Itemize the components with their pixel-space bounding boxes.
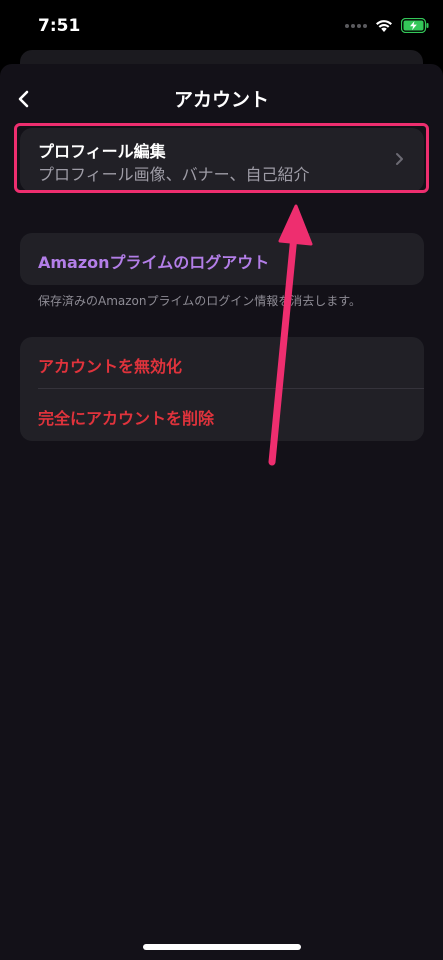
home-indicator[interactable] (143, 944, 301, 950)
amazon-prime-logout-label: Amazonプライムのログアウト (38, 253, 270, 272)
profile-edit-title: プロフィール編集 (38, 142, 166, 161)
wifi-icon (376, 19, 392, 32)
deactivate-account-button[interactable]: アカウントを無効化 (38, 353, 182, 377)
delete-account-button[interactable]: 完全にアカウントを削除 (38, 405, 214, 429)
account-sheet (0, 64, 443, 960)
danger-actions-group: アカウントを無効化 完全にアカウントを削除 (20, 337, 424, 441)
status-icons (345, 18, 429, 33)
profile-edit-subtitle: プロフィール画像、バナー、自己紹介 (38, 165, 310, 184)
page-title: アカウント (173, 89, 269, 111)
battery-charging-icon (401, 18, 429, 33)
amazon-prime-logout-row[interactable]: Amazonプライムのログアウト (20, 233, 424, 285)
status-bar: 7:51 (0, 0, 443, 56)
divider (38, 388, 424, 389)
profile-edit-row[interactable]: プロフィール編集 プロフィール画像、バナー、自己紹介 (20, 128, 424, 192)
status-time: 7:51 (38, 16, 81, 36)
cellular-signal-icon (345, 23, 367, 28)
chevron-right-icon (396, 153, 403, 165)
amazon-prime-logout-note: 保存済みのAmazonプライムのログイン情報を消去します。 (38, 294, 362, 308)
